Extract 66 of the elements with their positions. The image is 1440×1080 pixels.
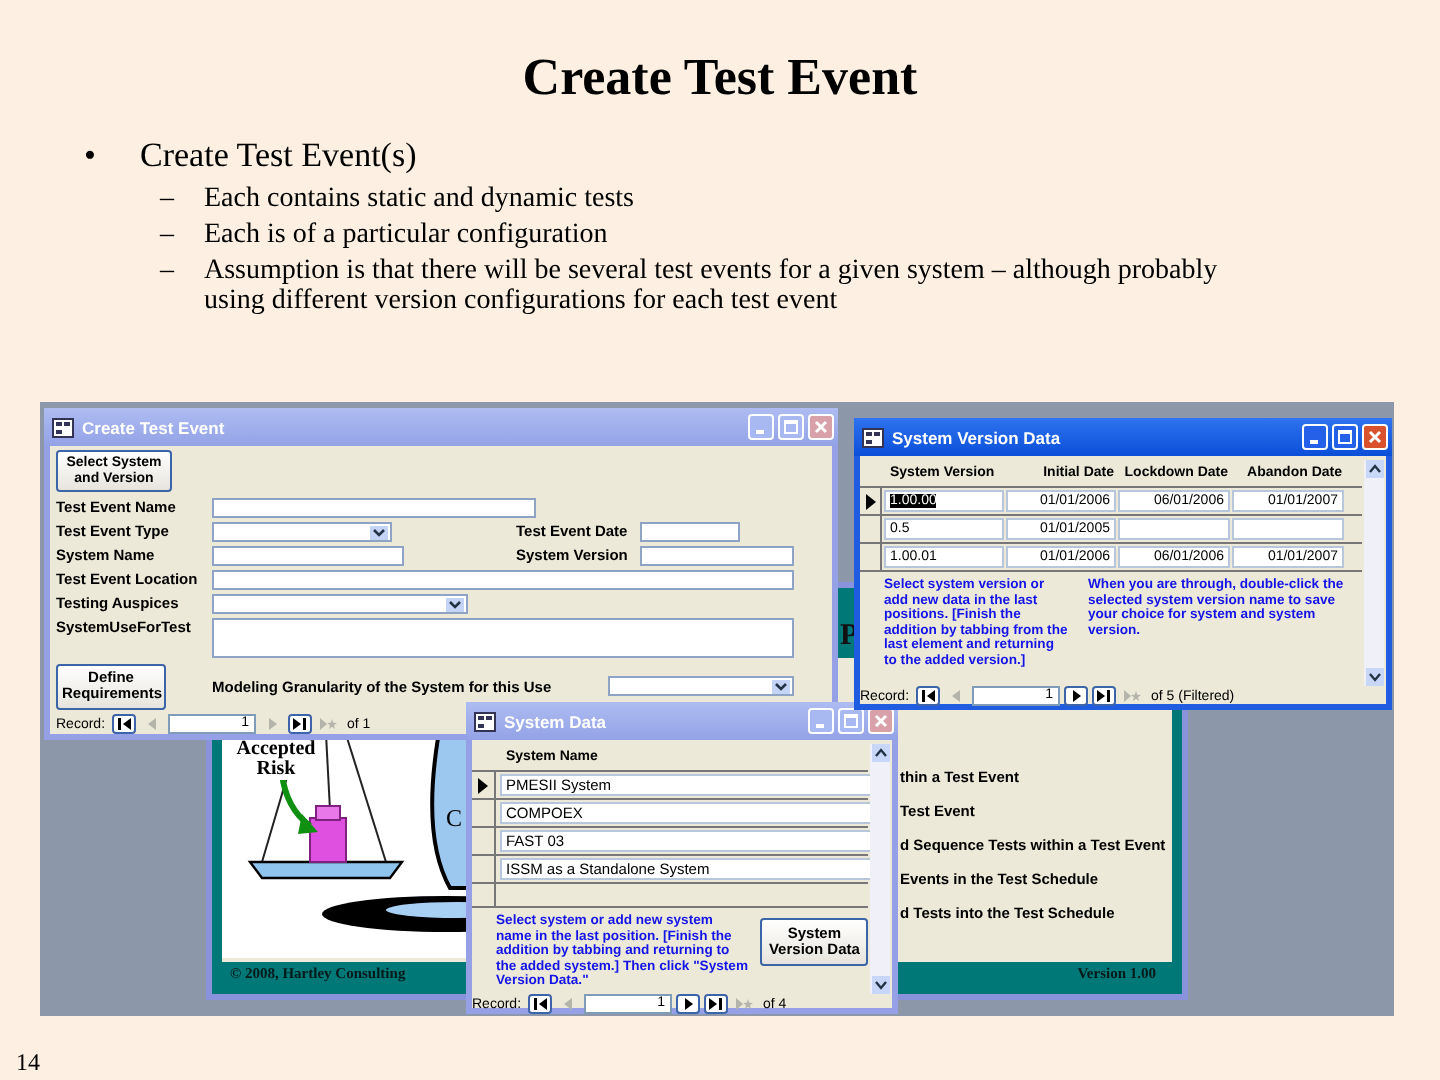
minimize-button[interactable] — [1302, 424, 1328, 450]
chevron-down-icon — [772, 679, 790, 693]
next-record-button[interactable] — [675, 994, 700, 1014]
dropdown-field[interactable] — [608, 676, 794, 696]
bullet-text: Each is of a particular configuration — [204, 220, 610, 250]
window-title: System Data — [504, 711, 609, 731]
window-title: System Version Data — [892, 427, 1063, 447]
last-record-button[interactable] — [287, 714, 312, 734]
window-title: Create Test Event — [82, 417, 227, 437]
bullet-marker: – — [160, 184, 177, 214]
bullet-marker: – — [160, 256, 177, 290]
skip-start-icon — [917, 686, 938, 706]
skip-end-icon — [289, 714, 310, 734]
bullet-marker: – — [160, 220, 177, 250]
picture-caption: Accepted Risk — [230, 740, 322, 780]
current-row-icon — [865, 493, 875, 509]
table-cell[interactable] — [1232, 518, 1344, 540]
row-selector[interactable] — [472, 772, 496, 798]
row-selector[interactable] — [860, 488, 882, 514]
current-row-icon — [478, 777, 488, 793]
bullet-text: Create Test Event(s) — [140, 134, 417, 178]
skip-start-icon — [113, 714, 134, 734]
next-record-button[interactable] — [1063, 686, 1088, 706]
chevron-down-icon — [446, 597, 464, 611]
first-record-button[interactable] — [111, 714, 136, 734]
bullet-text: Each contains static and dynamic tests — [204, 184, 636, 214]
scroll-bar[interactable] — [1364, 460, 1384, 686]
slide-title: Create Test Event — [520, 46, 920, 110]
last-record-button[interactable] — [703, 994, 728, 1014]
bullet-marker: • — [84, 134, 98, 178]
input-field[interactable] — [640, 522, 740, 542]
input-field[interactable] — [212, 570, 794, 590]
skip-end-icon — [1093, 686, 1114, 706]
text-area[interactable] — [212, 618, 794, 658]
close-button[interactable] — [868, 708, 894, 734]
close-icon — [1368, 430, 1382, 444]
dropdown-field[interactable] — [212, 594, 468, 614]
maximize-icon — [784, 420, 798, 434]
close-button[interactable] — [1362, 424, 1388, 450]
bullet-text: Assumption is that there will be several test events for a given system – although probably using different version configurations for each test event — [204, 256, 1220, 316]
first-record-button[interactable] — [915, 686, 940, 706]
close-icon — [874, 714, 888, 728]
input-field[interactable] — [640, 546, 794, 566]
dropdown-field[interactable] — [212, 522, 392, 542]
maximize-icon — [1338, 430, 1352, 444]
form-icon — [862, 427, 884, 447]
skip-end-icon — [705, 994, 726, 1014]
triangle-star-icon — [1121, 686, 1142, 706]
form-icon — [474, 711, 496, 731]
heading-fragment: C — [446, 806, 463, 830]
input-field[interactable] — [212, 546, 404, 566]
form-icon — [52, 417, 74, 437]
scroll-bar[interactable] — [870, 744, 890, 994]
maximize-icon — [844, 714, 858, 728]
close-icon — [814, 420, 828, 434]
skip-start-icon — [529, 994, 550, 1014]
first-record-button[interactable] — [527, 994, 552, 1014]
triangle-star-icon — [733, 994, 754, 1014]
maximize-button[interactable] — [1332, 424, 1358, 450]
page-number: 14 — [16, 1048, 42, 1076]
table-cell[interactable] — [1118, 518, 1230, 540]
input-field[interactable] — [212, 498, 536, 518]
maximize-button[interactable] — [838, 708, 864, 734]
last-record-button[interactable] — [1091, 686, 1116, 706]
triangle-star-icon — [317, 714, 338, 734]
chevron-down-icon — [370, 525, 388, 539]
